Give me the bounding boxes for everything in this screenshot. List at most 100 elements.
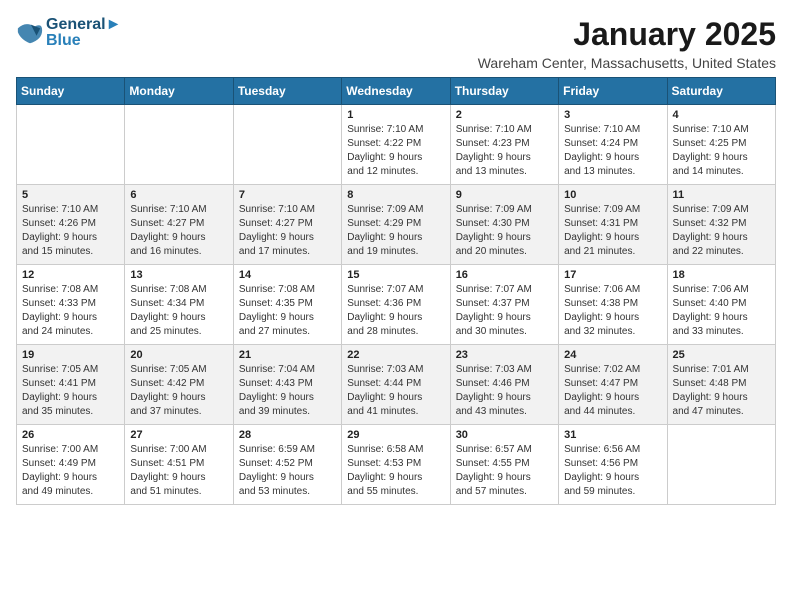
calendar-week-row: 12 Sunrise: 7:08 AM Sunset: 4:33 PM Dayli… bbox=[17, 265, 776, 345]
calendar-cell: 17Sunrise: 7:06 AM Sunset: 4:38 PM Dayli… bbox=[559, 265, 667, 345]
day-info: Sunrise: 7:04 AM Sunset: 4:43 PM Dayligh… bbox=[239, 363, 336, 419]
calendar-week-row: 19 Sunrise: 7:05 AM Sunset: 4:41 PM Dayli… bbox=[17, 345, 776, 425]
day-number: 29 bbox=[347, 429, 444, 441]
day-number: 9 bbox=[456, 189, 553, 201]
day-number: 16 bbox=[456, 269, 553, 281]
calendar-cell: 24 Sunrise: 7:02 AM Sunset: 4:47 PM Dayli… bbox=[559, 345, 667, 425]
weekday-header: Monday bbox=[125, 78, 233, 105]
day-number: 8 bbox=[347, 189, 444, 201]
day-number: 18 bbox=[673, 269, 770, 281]
day-number: 17 bbox=[564, 269, 661, 281]
logo-icon bbox=[16, 19, 44, 47]
weekday-header: Saturday bbox=[667, 78, 775, 105]
calendar-cell: 31 Sunrise: 6:56 AM Sunset: 4:56 PM Dayli… bbox=[559, 425, 667, 505]
day-info: Sunrise: 6:57 AM Sunset: 4:55 PM Dayligh… bbox=[456, 443, 553, 499]
calendar-cell: 7Sunrise: 7:10 AM Sunset: 4:27 PM Daylig… bbox=[233, 185, 341, 265]
day-number: 5 bbox=[22, 189, 119, 201]
calendar-cell: 21 Sunrise: 7:04 AM Sunset: 4:43 PM Dayli… bbox=[233, 345, 341, 425]
calendar-cell bbox=[125, 105, 233, 185]
day-info: Sunrise: 6:59 AM Sunset: 4:52 PM Dayligh… bbox=[239, 443, 336, 499]
calendar-cell: 6 Sunrise: 7:10 AM Sunset: 4:27 PM Daylig… bbox=[125, 185, 233, 265]
title-block: January 2025 Wareham Center, Massachuset… bbox=[478, 16, 776, 71]
calendar-cell bbox=[233, 105, 341, 185]
day-number: 24 bbox=[564, 349, 661, 361]
day-number: 21 bbox=[239, 349, 336, 361]
day-number: 23 bbox=[456, 349, 553, 361]
calendar-cell: 29 Sunrise: 6:58 AM Sunset: 4:53 PM Dayli… bbox=[342, 425, 450, 505]
day-number: 22 bbox=[347, 349, 444, 361]
calendar-cell bbox=[17, 105, 125, 185]
day-info: Sunrise: 7:10 AM Sunset: 4:26 PM Dayligh… bbox=[22, 203, 119, 259]
day-number: 25 bbox=[673, 349, 770, 361]
day-info: Sunrise: 7:08 AM Sunset: 4:34 PM Dayligh… bbox=[130, 283, 227, 339]
day-info: Sunrise: 7:10 AM Sunset: 4:23 PM Dayligh… bbox=[456, 123, 553, 179]
day-info: Sunrise: 7:09 AM Sunset: 4:32 PM Dayligh… bbox=[673, 203, 770, 259]
day-info: Sunrise: 7:07 AM Sunset: 4:37 PM Dayligh… bbox=[456, 283, 553, 339]
day-info: Sunrise: 6:58 AM Sunset: 4:53 PM Dayligh… bbox=[347, 443, 444, 499]
weekday-header: Wednesday bbox=[342, 78, 450, 105]
calendar-cell: 4Sunrise: 7:10 AM Sunset: 4:25 PM Daylig… bbox=[667, 105, 775, 185]
calendar-cell: 12 Sunrise: 7:08 AM Sunset: 4:33 PM Dayli… bbox=[17, 265, 125, 345]
day-info: Sunrise: 7:09 AM Sunset: 4:29 PM Dayligh… bbox=[347, 203, 444, 259]
calendar-table: SundayMondayTuesdayWednesdayThursdayFrid… bbox=[16, 77, 776, 505]
day-info: Sunrise: 7:10 AM Sunset: 4:25 PM Dayligh… bbox=[673, 123, 770, 179]
weekday-header: Thursday bbox=[450, 78, 558, 105]
day-number: 26 bbox=[22, 429, 119, 441]
calendar-week-row: 26 Sunrise: 7:00 AM Sunset: 4:49 PM Dayli… bbox=[17, 425, 776, 505]
day-number: 28 bbox=[239, 429, 336, 441]
day-info: Sunrise: 7:08 AM Sunset: 4:33 PM Dayligh… bbox=[22, 283, 119, 339]
calendar-cell: 10Sunrise: 7:09 AM Sunset: 4:31 PM Dayli… bbox=[559, 185, 667, 265]
day-number: 30 bbox=[456, 429, 553, 441]
day-number: 11 bbox=[673, 189, 770, 201]
day-number: 13 bbox=[130, 269, 227, 281]
weekday-header: Friday bbox=[559, 78, 667, 105]
day-info: Sunrise: 7:09 AM Sunset: 4:31 PM Dayligh… bbox=[564, 203, 661, 259]
day-number: 31 bbox=[564, 429, 661, 441]
day-info: Sunrise: 7:01 AM Sunset: 4:48 PM Dayligh… bbox=[673, 363, 770, 419]
calendar-cell: 16 Sunrise: 7:07 AM Sunset: 4:37 PM Dayli… bbox=[450, 265, 558, 345]
day-number: 19 bbox=[22, 349, 119, 361]
logo: General► Blue bbox=[16, 16, 121, 50]
calendar-week-row: 5 Sunrise: 7:10 AM Sunset: 4:26 PM Daylig… bbox=[17, 185, 776, 265]
day-number: 12 bbox=[22, 269, 119, 281]
day-info: Sunrise: 7:10 AM Sunset: 4:27 PM Dayligh… bbox=[130, 203, 227, 259]
weekday-header-row: SundayMondayTuesdayWednesdayThursdayFrid… bbox=[17, 78, 776, 105]
day-number: 2 bbox=[456, 109, 553, 121]
day-info: Sunrise: 7:00 AM Sunset: 4:49 PM Dayligh… bbox=[22, 443, 119, 499]
calendar-cell: 13 Sunrise: 7:08 AM Sunset: 4:34 PM Dayli… bbox=[125, 265, 233, 345]
calendar-cell: 27Sunrise: 7:00 AM Sunset: 4:51 PM Dayli… bbox=[125, 425, 233, 505]
day-info: Sunrise: 7:03 AM Sunset: 4:44 PM Dayligh… bbox=[347, 363, 444, 419]
calendar-cell: 15 Sunrise: 7:07 AM Sunset: 4:36 PM Dayli… bbox=[342, 265, 450, 345]
day-info: Sunrise: 7:02 AM Sunset: 4:47 PM Dayligh… bbox=[564, 363, 661, 419]
calendar-cell: 8 Sunrise: 7:09 AM Sunset: 4:29 PM Daylig… bbox=[342, 185, 450, 265]
day-number: 15 bbox=[347, 269, 444, 281]
calendar-cell: 20 Sunrise: 7:05 AM Sunset: 4:42 PM Dayli… bbox=[125, 345, 233, 425]
calendar-cell: 1Sunrise: 7:10 AM Sunset: 4:22 PM Daylig… bbox=[342, 105, 450, 185]
weekday-header: Tuesday bbox=[233, 78, 341, 105]
weekday-header: Sunday bbox=[17, 78, 125, 105]
day-info: Sunrise: 7:03 AM Sunset: 4:46 PM Dayligh… bbox=[456, 363, 553, 419]
day-info: Sunrise: 7:00 AM Sunset: 4:51 PM Dayligh… bbox=[130, 443, 227, 499]
calendar-cell: 19 Sunrise: 7:05 AM Sunset: 4:41 PM Dayli… bbox=[17, 345, 125, 425]
day-number: 14 bbox=[239, 269, 336, 281]
day-info: Sunrise: 7:06 AM Sunset: 4:40 PM Dayligh… bbox=[673, 283, 770, 339]
calendar-cell: 30 Sunrise: 6:57 AM Sunset: 4:55 PM Dayli… bbox=[450, 425, 558, 505]
calendar-cell bbox=[667, 425, 775, 505]
calendar-cell: 23 Sunrise: 7:03 AM Sunset: 4:46 PM Dayli… bbox=[450, 345, 558, 425]
calendar-cell: 14Sunrise: 7:08 AM Sunset: 4:35 PM Dayli… bbox=[233, 265, 341, 345]
day-number: 1 bbox=[347, 109, 444, 121]
location: Wareham Center, Massachusetts, United St… bbox=[478, 55, 776, 71]
day-info: Sunrise: 6:56 AM Sunset: 4:56 PM Dayligh… bbox=[564, 443, 661, 499]
day-info: Sunrise: 7:09 AM Sunset: 4:30 PM Dayligh… bbox=[456, 203, 553, 259]
day-info: Sunrise: 7:10 AM Sunset: 4:24 PM Dayligh… bbox=[564, 123, 661, 179]
day-number: 7 bbox=[239, 189, 336, 201]
day-info: Sunrise: 7:07 AM Sunset: 4:36 PM Dayligh… bbox=[347, 283, 444, 339]
day-number: 6 bbox=[130, 189, 227, 201]
logo-text: General► Blue bbox=[46, 16, 121, 50]
calendar-cell: 22 Sunrise: 7:03 AM Sunset: 4:44 PM Dayli… bbox=[342, 345, 450, 425]
day-info: Sunrise: 7:05 AM Sunset: 4:42 PM Dayligh… bbox=[130, 363, 227, 419]
month-title: January 2025 bbox=[478, 16, 776, 53]
calendar-cell: 25 Sunrise: 7:01 AM Sunset: 4:48 PM Dayli… bbox=[667, 345, 775, 425]
day-info: Sunrise: 7:05 AM Sunset: 4:41 PM Dayligh… bbox=[22, 363, 119, 419]
day-number: 20 bbox=[130, 349, 227, 361]
